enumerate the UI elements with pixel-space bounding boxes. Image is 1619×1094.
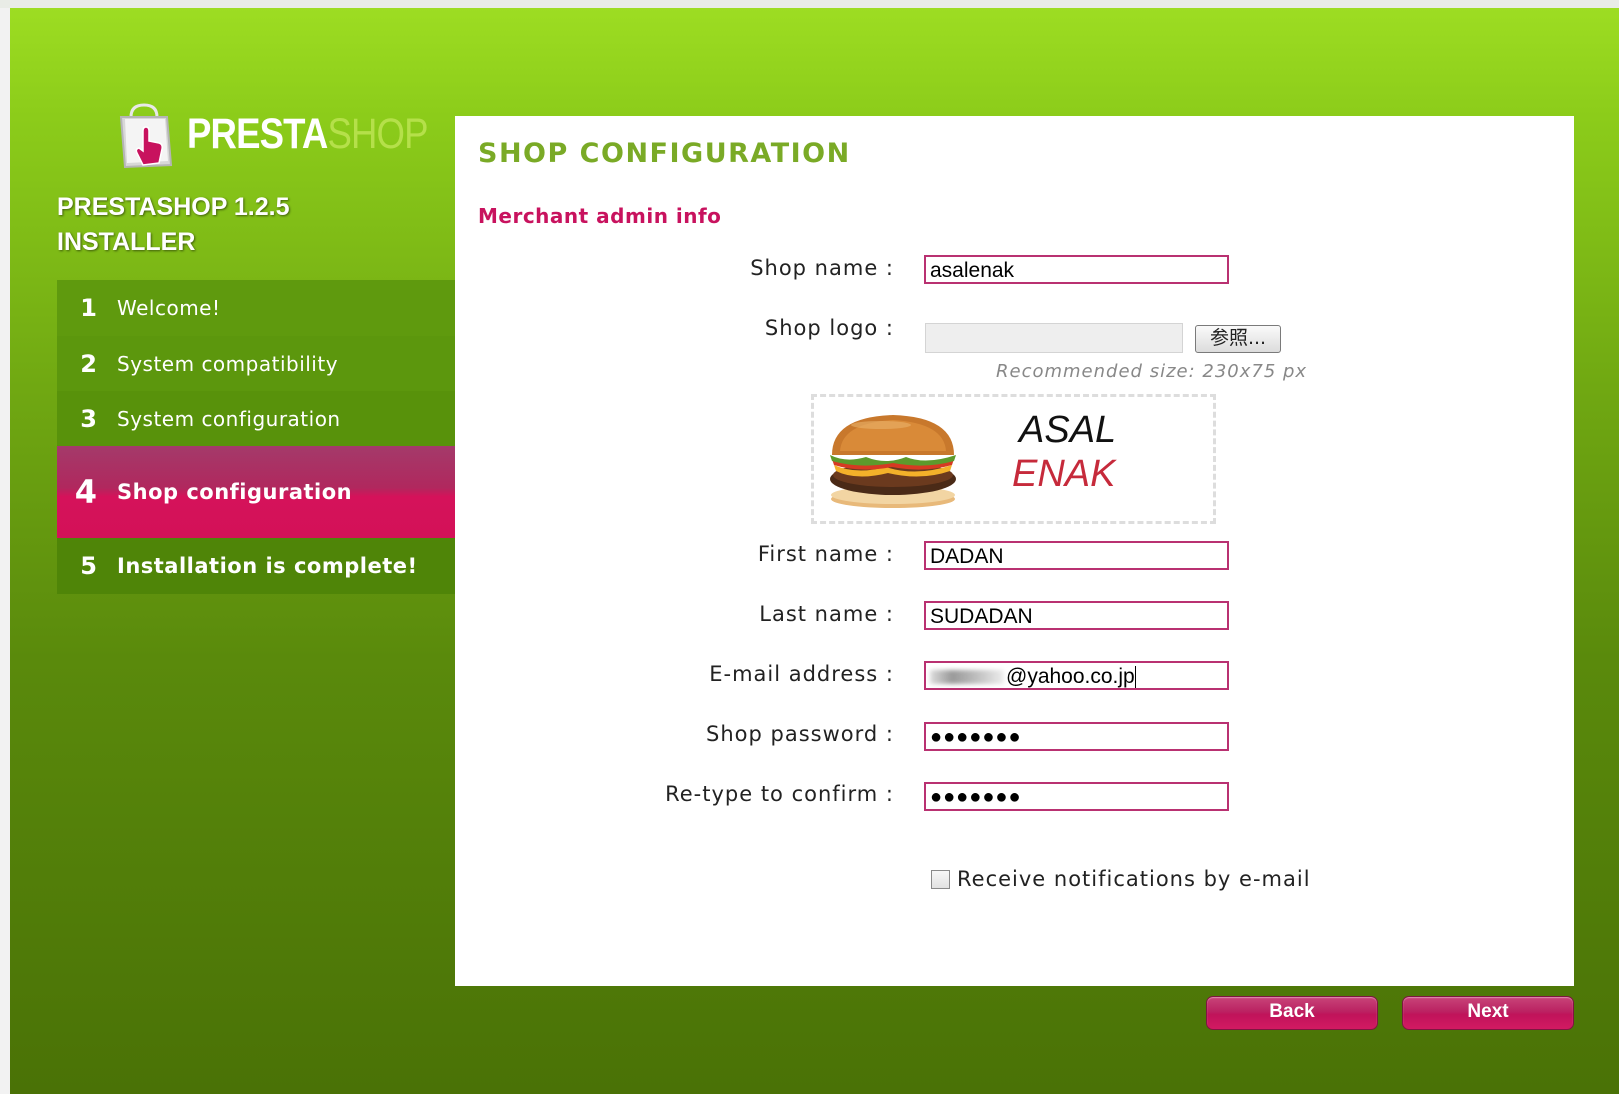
retype-password-input[interactable]: ●●●●●●● bbox=[924, 782, 1229, 811]
step-number: 2 bbox=[80, 349, 97, 378]
email-label: E-mail address : bbox=[709, 662, 894, 686]
browse-button[interactable]: 参照... bbox=[1195, 325, 1281, 353]
first-name-input[interactable]: DADAN bbox=[924, 541, 1229, 570]
email-input[interactable]: @yahoo.co.jp bbox=[924, 661, 1229, 690]
burger-image bbox=[830, 415, 956, 508]
step-number: 5 bbox=[80, 552, 97, 580]
step-welcome: 1 Welcome! bbox=[57, 280, 455, 336]
last-name-input[interactable]: SUDADAN bbox=[924, 601, 1229, 630]
text-caret bbox=[1134, 666, 1136, 688]
step-installation-complete: 5 Installation is complete! bbox=[57, 538, 455, 594]
step-system-compatibility: 2 System compatibility bbox=[57, 336, 455, 391]
email-domain-text: @yahoo.co.jp bbox=[1006, 665, 1135, 688]
top-strip bbox=[0, 0, 1619, 8]
last-name-label: Last name : bbox=[759, 602, 894, 626]
step-label: Installation is complete! bbox=[117, 554, 418, 578]
shop-password-input[interactable]: ●●●●●●● bbox=[924, 722, 1229, 751]
logo-presta-text: PRESTA bbox=[187, 110, 328, 158]
next-button[interactable]: Next bbox=[1402, 996, 1574, 1030]
step-label: Welcome! bbox=[117, 296, 221, 320]
logo-preview-line1: ASAL bbox=[1019, 409, 1117, 451]
step-shop-configuration-active: 4 Shop configuration bbox=[57, 446, 455, 538]
recommended-size-hint: Recommended size: 230x75 px bbox=[996, 361, 1308, 382]
notifications-label[interactable]: Receive notifications by e-mail bbox=[957, 867, 1311, 891]
installer-title: PRESTASHOP 1.2.5 INSTALLER bbox=[57, 193, 290, 256]
step-number: 3 bbox=[80, 404, 97, 433]
main-panel: SHOP CONFIGURATION Merchant admin info S… bbox=[455, 116, 1574, 986]
blurred-email-local-part bbox=[930, 670, 1004, 685]
page-title: SHOP CONFIGURATION bbox=[478, 138, 851, 169]
shopping-bag-icon bbox=[119, 103, 173, 169]
logo-wordmark: PRESTASHOP bbox=[187, 110, 428, 159]
retype-password-label: Re-type to confirm : bbox=[665, 782, 894, 806]
section-heading: Merchant admin info bbox=[478, 204, 722, 228]
logo-preview-line2: ENAK bbox=[1012, 453, 1116, 495]
back-button[interactable]: Back bbox=[1206, 996, 1378, 1030]
shop-name-label: Shop name : bbox=[750, 256, 894, 280]
notifications-checkbox[interactable] bbox=[931, 870, 950, 889]
prestashop-logo: PRESTASHOP bbox=[117, 98, 428, 178]
shop-password-label: Shop password : bbox=[706, 722, 894, 746]
step-label: Shop configuration bbox=[117, 480, 353, 504]
installer-steps: 1 Welcome! 2 System compatibility 3 Syst… bbox=[57, 280, 455, 594]
shop-logo-file-input[interactable] bbox=[925, 323, 1183, 353]
first-name-label: First name : bbox=[757, 542, 894, 566]
step-number: 4 bbox=[74, 473, 97, 511]
step-label: System compatibility bbox=[117, 351, 339, 376]
shop-name-input[interactable]: asalenak bbox=[924, 255, 1229, 284]
logo-shop-text: SHOP bbox=[327, 110, 428, 158]
step-system-configuration: 3 System configuration bbox=[57, 391, 455, 446]
shop-logo-label: Shop logo : bbox=[764, 316, 894, 340]
step-number: 1 bbox=[80, 294, 97, 322]
step-label: System configuration bbox=[117, 406, 341, 431]
logo-preview: ASAL ENAK bbox=[811, 394, 1216, 524]
